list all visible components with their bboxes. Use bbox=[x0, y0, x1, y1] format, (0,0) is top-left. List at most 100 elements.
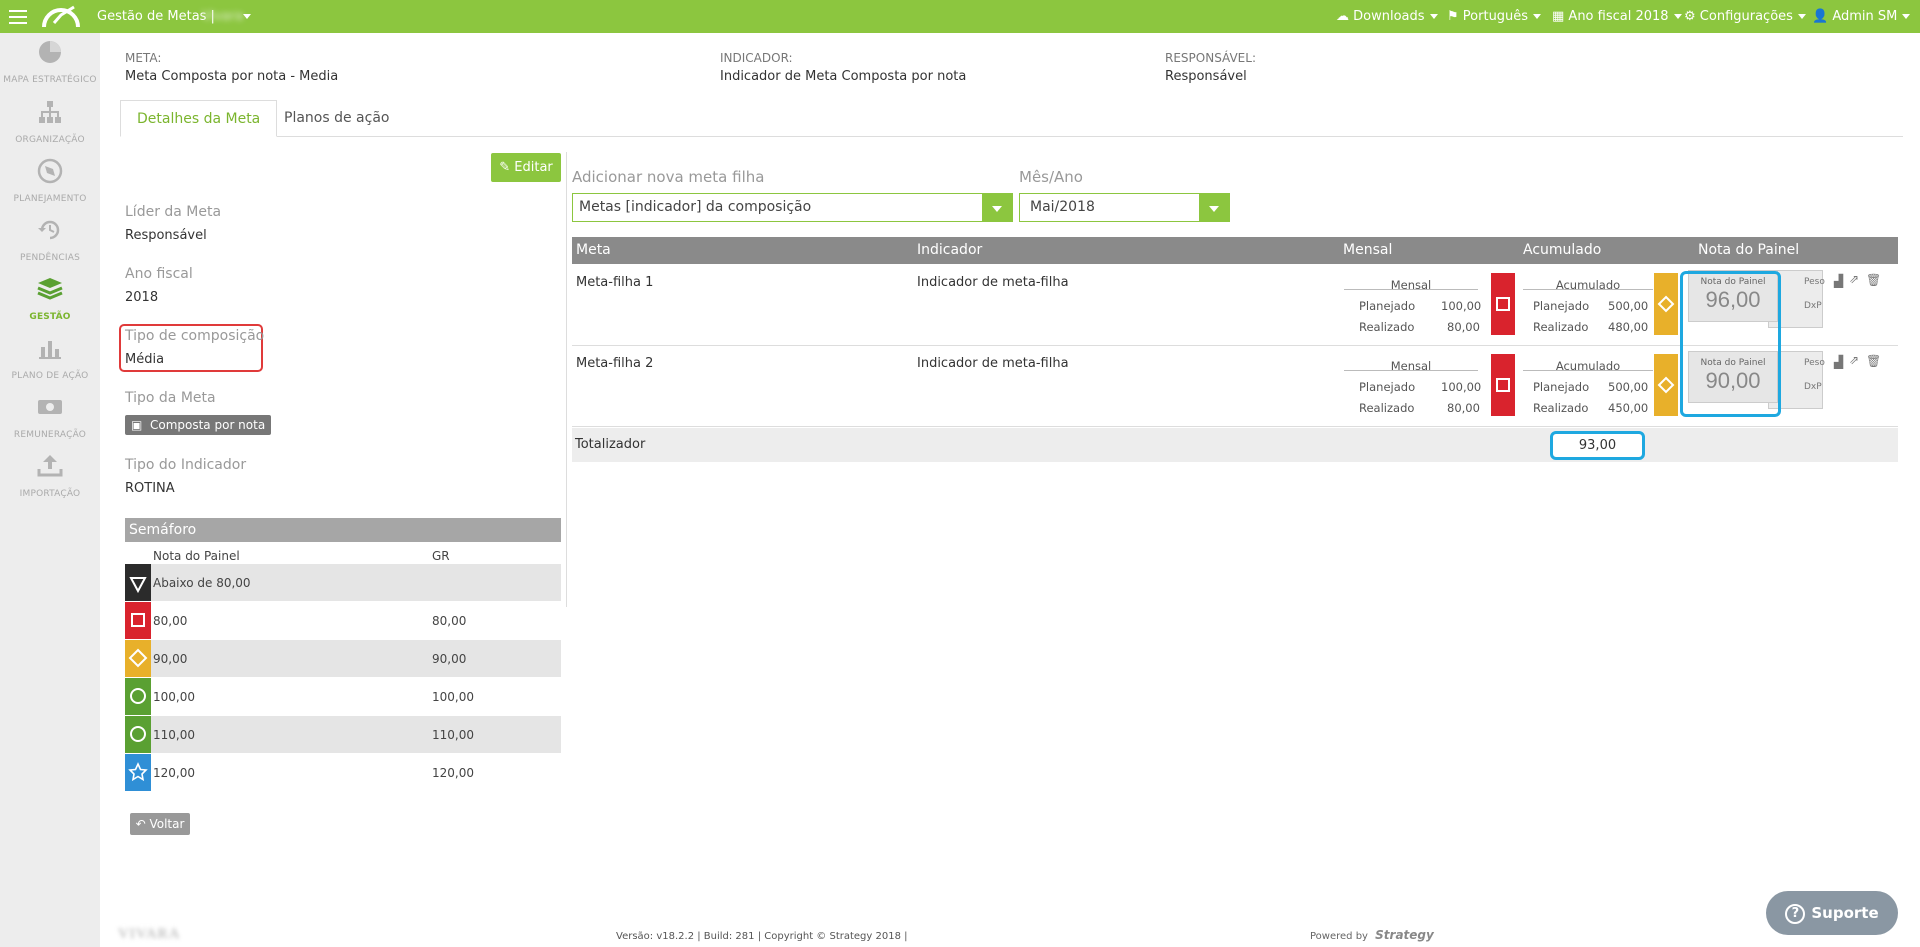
realizado-label: Realizado bbox=[1359, 320, 1415, 334]
trash-icon[interactable]: 🗑 bbox=[1866, 273, 1881, 287]
user-label: Admin SM bbox=[1832, 9, 1898, 24]
edit-button[interactable]: ✎ Editar bbox=[491, 153, 561, 182]
semaforo-row: 80,00 80,00 bbox=[125, 602, 561, 639]
ano-fiscal-value: 2018 bbox=[125, 290, 159, 305]
dxp-label: DxP bbox=[1804, 382, 1822, 392]
support-button[interactable]: ? Suporte bbox=[1766, 891, 1898, 935]
sidebar-item-label: ORGANIZAÇÃO bbox=[15, 135, 85, 145]
share-icon[interactable]: ⇗ bbox=[1849, 353, 1859, 367]
brand-logo: VIVARA bbox=[118, 926, 181, 942]
upload-icon bbox=[37, 455, 63, 477]
acum-realizado-value: 450,00 bbox=[1608, 401, 1649, 415]
acum-planejado-value: 500,00 bbox=[1608, 299, 1649, 313]
realizado-label: Realizado bbox=[1533, 320, 1589, 334]
pencil-icon: ✎ bbox=[499, 160, 511, 175]
org-chart-icon bbox=[39, 101, 61, 123]
powered-by-text: Powered by Strategy bbox=[1310, 928, 1434, 942]
sidebar-item-plano-de-acao[interactable]: PLANO DE AÇÃO bbox=[0, 335, 100, 382]
col-mensal: Mensal bbox=[1343, 242, 1393, 258]
acumulado-title: Acumulado bbox=[1555, 278, 1621, 292]
semaforo-gr: 90,00 bbox=[432, 652, 467, 666]
sidebar-item-remuneracao[interactable]: REMUNERAÇÃO bbox=[0, 394, 100, 441]
language-menu[interactable]: ⚑ Português bbox=[1447, 9, 1542, 24]
semaforo-row: 120,00 120,00 bbox=[125, 754, 561, 791]
tipo-meta-label: Tipo da Meta bbox=[125, 390, 216, 406]
sidebar-item-pendencias[interactable]: PENDÊNCIAS bbox=[0, 217, 100, 264]
child-indicador-name: Indicador de meta-filha bbox=[917, 356, 1069, 371]
totalizador-value: 93,00 bbox=[1550, 431, 1645, 460]
add-child-select-value: Metas [indicador] da composição bbox=[579, 199, 812, 215]
share-icon[interactable]: ⇗ bbox=[1849, 272, 1859, 286]
mensal-realizado-value: 80,00 bbox=[1447, 320, 1480, 334]
col-meta: Meta bbox=[576, 242, 611, 258]
downloads-label: Downloads bbox=[1353, 9, 1425, 24]
tabs-divider bbox=[120, 136, 1903, 137]
semaforo-col-nota: Nota do Painel bbox=[153, 549, 240, 563]
realizado-label: Realizado bbox=[1359, 401, 1415, 415]
tab-detalhes-da-meta[interactable]: Detalhes da Meta bbox=[120, 100, 278, 137]
sidebar-item-importacao[interactable]: IMPORTAÇÃO bbox=[0, 453, 100, 500]
language-label: Português bbox=[1462, 9, 1529, 24]
money-icon bbox=[38, 400, 62, 414]
sidebar-item-planejamento[interactable]: PLANEJAMENTO bbox=[0, 158, 100, 205]
version-text: Versão: v18.2.2 | Build: 281 | Copyright… bbox=[616, 931, 908, 942]
chevron-down-icon[interactable] bbox=[982, 194, 1012, 221]
col-indicador: Indicador bbox=[917, 242, 983, 258]
semaforo-row: 110,00 110,00 bbox=[125, 716, 561, 753]
tipo-composicao-value: Média bbox=[125, 352, 165, 367]
company-dropdown-caret-icon[interactable] bbox=[243, 14, 251, 19]
chevron-down-icon[interactable] bbox=[1199, 194, 1229, 221]
gauge-logo-icon bbox=[42, 5, 80, 28]
child-meta-name[interactable]: Meta-filha 1 bbox=[576, 275, 653, 290]
semaforo-row: Abaixo de 80,00 bbox=[125, 564, 561, 601]
sidebar-item-mapa-estrategico[interactable]: MAPA ESTRATÉGICO bbox=[0, 39, 100, 86]
meta-header-label: META: bbox=[125, 51, 162, 65]
powered-by-label: Powered by bbox=[1310, 931, 1368, 942]
semaforo-nota: 100,00 bbox=[153, 690, 195, 704]
sidebar: MAPA ESTRATÉGICO ORGANIZAÇÃO PLANEJAMENT… bbox=[0, 33, 100, 947]
responsavel-header-label: RESPONSÁVEL: bbox=[1165, 51, 1256, 65]
sidebar-item-label: PLANEJAMENTO bbox=[13, 194, 87, 204]
mensal-subheader: Mensal bbox=[1344, 355, 1478, 373]
sidebar-item-label: PENDÊNCIAS bbox=[19, 253, 80, 263]
child-meta-name[interactable]: Meta-filha 2 bbox=[576, 356, 653, 371]
chart-icon[interactable]: ▟ bbox=[1834, 274, 1843, 288]
settings-menu[interactable]: ⚙ Configurações bbox=[1684, 9, 1806, 24]
semaforo-nota: 80,00 bbox=[153, 614, 188, 628]
bar-chart-icon bbox=[39, 341, 61, 359]
edit-button-label: Editar bbox=[514, 160, 553, 175]
lider-value: Responsável bbox=[125, 228, 207, 243]
mensal-title: Mensal bbox=[1390, 359, 1432, 373]
company-name[interactable]: Vivara bbox=[202, 9, 243, 24]
month-select[interactable]: Mai/2018 bbox=[1019, 193, 1230, 222]
chart-icon[interactable]: ▟ bbox=[1834, 355, 1843, 369]
user-menu[interactable]: 👤 Admin SM bbox=[1812, 9, 1911, 24]
strategy-logo: Strategy bbox=[1375, 928, 1434, 942]
sidebar-item-label: PLANO DE AÇÃO bbox=[11, 371, 89, 381]
children-table-header: Meta Indicador Mensal Acumulado Nota do … bbox=[572, 237, 1898, 264]
acumulado-title: Acumulado bbox=[1555, 359, 1621, 373]
back-button-label: Voltar bbox=[149, 817, 185, 831]
compass-icon bbox=[37, 158, 63, 184]
ano-fiscal-label: Ano fiscal bbox=[125, 266, 193, 282]
square-icon bbox=[1491, 273, 1515, 335]
tipo-meta-badge: ▣ Composta por nota bbox=[125, 415, 272, 435]
sidebar-item-gestao[interactable]: GESTÃO bbox=[0, 276, 100, 323]
fiscal-year-menu[interactable]: ▦ Ano fiscal 2018 bbox=[1552, 9, 1682, 24]
add-child-select[interactable]: Metas [indicador] da composição bbox=[572, 193, 1013, 222]
tab-planos-de-acao[interactable]: Planos de ação bbox=[268, 100, 405, 136]
trash-icon[interactable]: 🗑 bbox=[1866, 354, 1881, 368]
downloads-menu[interactable]: ☁ Downloads bbox=[1336, 9, 1438, 24]
tipo-meta-value: Composta por nota bbox=[149, 418, 266, 432]
semaforo-nota: 90,00 bbox=[153, 652, 188, 666]
planejado-label: Planejado bbox=[1359, 380, 1416, 394]
month-select-value: Mai/2018 bbox=[1030, 199, 1095, 215]
sidebar-item-organizacao[interactable]: ORGANIZAÇÃO bbox=[0, 99, 100, 146]
semaforo-gr: 100,00 bbox=[432, 690, 474, 704]
mensal-planejado-value: 100,00 bbox=[1441, 380, 1482, 394]
hamburger-menu-icon[interactable] bbox=[9, 10, 27, 24]
diamond-icon bbox=[1654, 273, 1678, 335]
peso-label: Peso bbox=[1804, 277, 1825, 287]
peso-label: Peso bbox=[1804, 358, 1825, 368]
back-button[interactable]: ↶ Voltar bbox=[130, 813, 190, 835]
